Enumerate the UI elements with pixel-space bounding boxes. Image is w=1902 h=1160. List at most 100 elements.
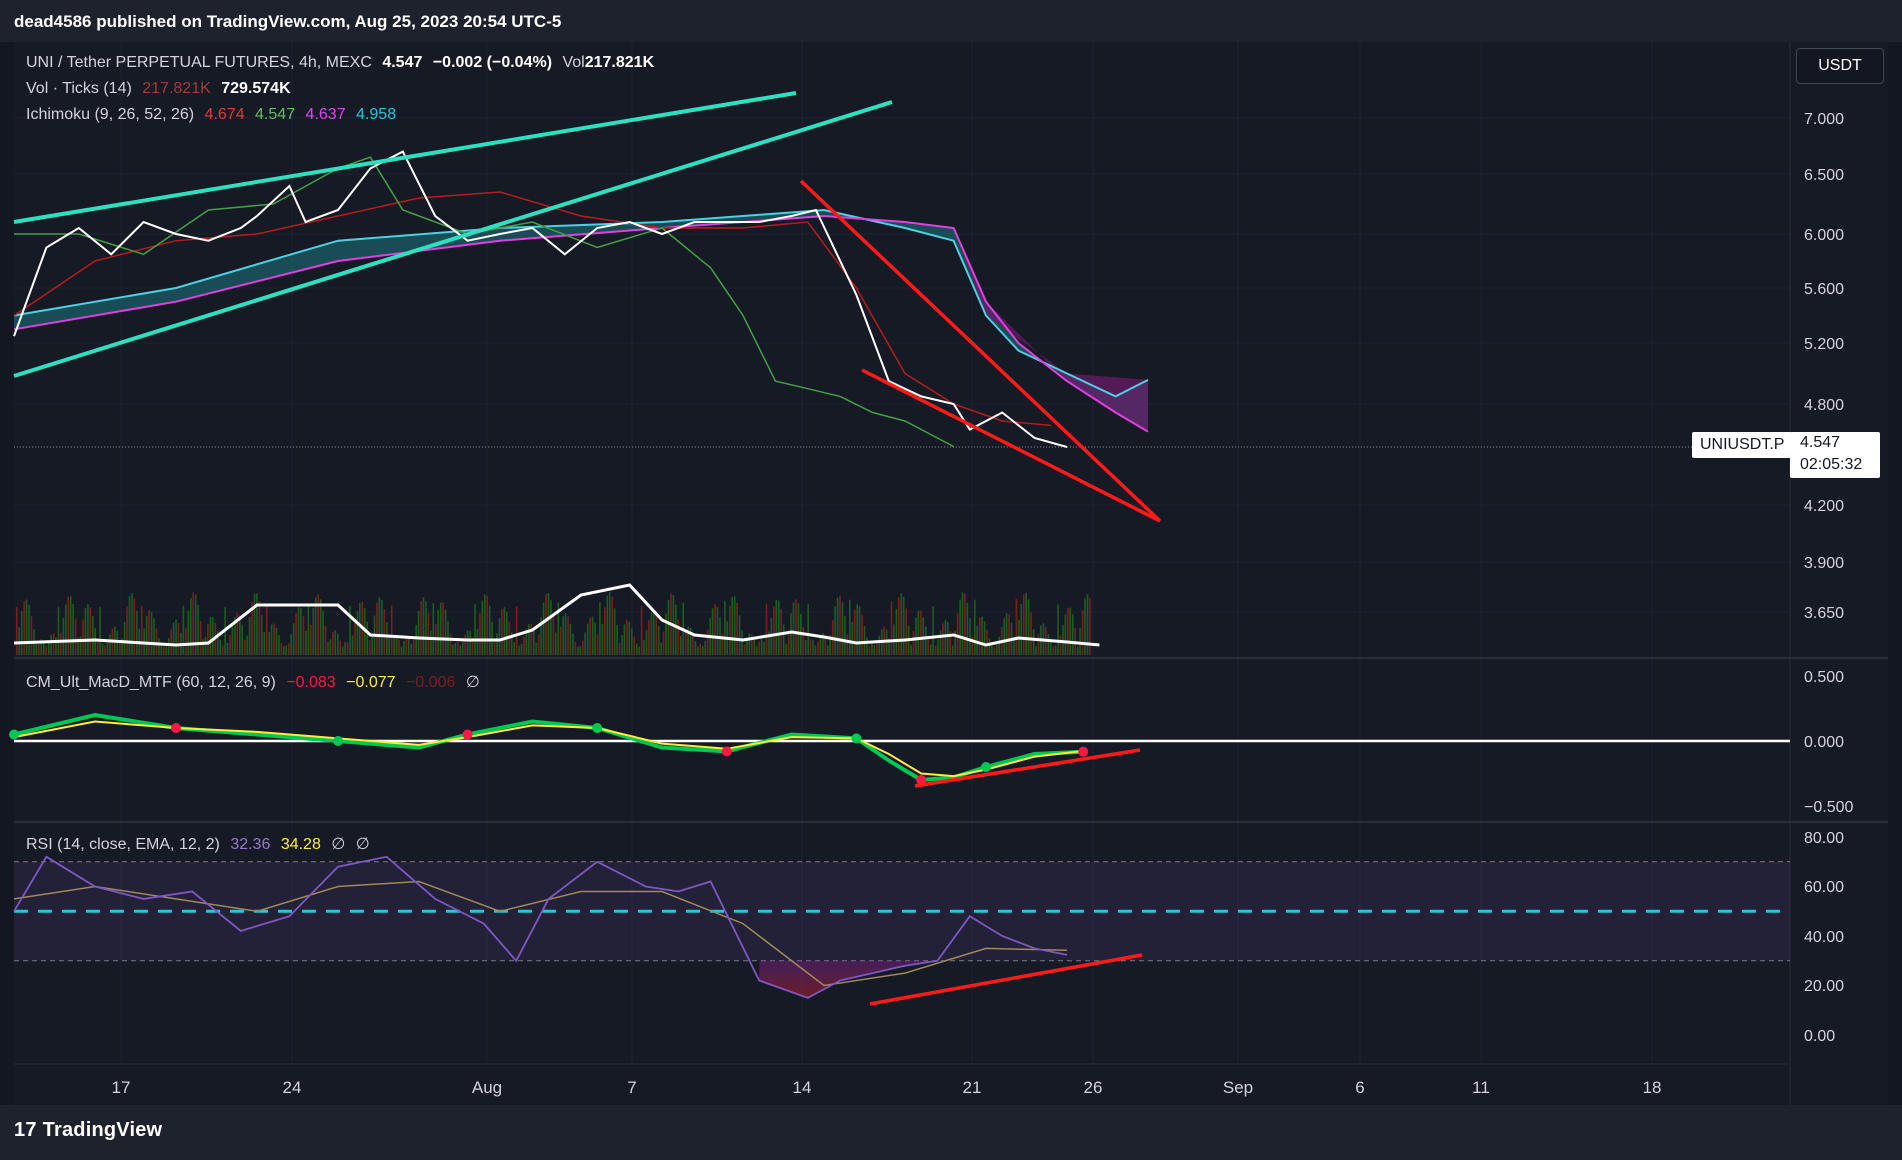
volume-bar: [422, 597, 425, 655]
volume-bar: [518, 645, 520, 655]
volume-bar: [226, 643, 229, 655]
x-tick-label: Aug: [472, 1078, 502, 1097]
volume-bar: [626, 619, 628, 655]
volume-bar: [515, 606, 518, 655]
volume-bar: [827, 645, 829, 655]
volume-bar: [773, 606, 775, 655]
volume-bar: [733, 596, 736, 655]
volume-bar: [432, 603, 435, 655]
volume-bar: [741, 630, 743, 655]
volume-bar: [332, 631, 334, 655]
x-tick-label: Sep: [1223, 1078, 1253, 1097]
volume-bar: [192, 592, 194, 655]
volume-bar: [978, 617, 981, 655]
volume-bar: [1027, 599, 1030, 655]
macd-legend[interactable]: CM_Ult_MacD_MTF (60, 12, 26, 9) −0.083 −…: [26, 672, 486, 692]
volume-bar: [89, 607, 92, 655]
volume-bar: [939, 630, 942, 655]
volume-bar: [82, 619, 84, 655]
macd-v4: ∅: [465, 674, 480, 691]
volume-bar: [755, 646, 758, 655]
y-tick-label: 3.650: [1804, 605, 1844, 622]
volume-bar: [393, 638, 395, 655]
wedge-upper-trendline: [799, 179, 1162, 523]
volume-bar: [608, 592, 611, 655]
volume-bar: [631, 628, 633, 655]
volume-bar: [638, 646, 640, 655]
volume-bar: [493, 641, 496, 655]
volume-bar: [427, 613, 430, 655]
chart-canvas[interactable]: 7.000 6.500 6.000 5.600 5.200 4.800 4.200 3.900…: [0, 0, 1902, 1160]
currency-button[interactable]: USDT: [1796, 48, 1884, 84]
volume-bar: [1035, 646, 1037, 655]
rsi-legend[interactable]: RSI (14, close, EMA, 12, 2) 32.36 34.28 …: [26, 834, 376, 854]
volume-bar: [1049, 641, 1052, 655]
volume-bar: [253, 593, 256, 655]
volume-bar: [653, 609, 655, 655]
macd-cross-dot: [851, 733, 862, 744]
volume-bar: [449, 633, 452, 655]
volume-bar: [280, 642, 283, 655]
volume-bar: [319, 599, 322, 655]
volume-bar: [677, 619, 680, 655]
volume-bar: [74, 618, 77, 655]
volume-bar: [795, 599, 797, 655]
volume-bar: [981, 616, 983, 655]
volume-bar: [38, 643, 40, 655]
volume-bar: [853, 609, 856, 655]
volume-bar: [109, 634, 111, 655]
volume-bar: [16, 607, 18, 655]
volume-bar: [278, 635, 280, 655]
volume-bar: [905, 608, 907, 655]
volume-bar: [812, 640, 814, 655]
volume-bar: [545, 594, 547, 655]
volume-bar: [662, 631, 665, 655]
volume-bar: [760, 639, 763, 655]
volume-bar: [584, 632, 586, 655]
x-tick-label: 24: [283, 1078, 302, 1097]
volume-bar: [922, 617, 925, 655]
volume-bar: [765, 603, 768, 655]
volume-bar: [1052, 646, 1054, 655]
last-price-value: 4.547: [1800, 434, 1841, 451]
volume-bar: [212, 617, 214, 655]
volume-bar: [934, 645, 937, 655]
volume-bar: [337, 633, 339, 655]
volume-bar: [123, 621, 126, 655]
legend-change: −0.002 (−0.04%): [432, 54, 553, 71]
volume-bar: [645, 630, 648, 655]
macd-cross-dot: [981, 762, 991, 772]
macd-v1: −0.083: [286, 674, 336, 691]
volume-bar: [329, 639, 332, 655]
vol-ticks-legend[interactable]: Vol · Ticks (14) 217.821K 729.574K: [26, 80, 297, 98]
ichimoku-name: Ichimoku (9, 26, 52, 26): [26, 106, 195, 123]
volume-bar: [459, 645, 462, 655]
volume-bar: [746, 638, 748, 655]
ichimoku-legend[interactable]: Ichimoku (9, 26, 52, 26) 4.674 4.547 4.6…: [26, 106, 402, 124]
volume-bar: [1067, 608, 1069, 655]
volume-bar: [501, 608, 503, 655]
volume-bar: [834, 606, 836, 655]
volume-bar: [621, 635, 623, 655]
volume-bar: [775, 599, 778, 655]
volume-bar: [552, 614, 555, 655]
volume-bar: [484, 594, 486, 655]
volume-bar: [932, 606, 934, 655]
main-legend[interactable]: UNI / Tether PERPETUAL FUTURES, 4h, MEXC…: [26, 54, 660, 72]
tradingview-logo[interactable]: 17 TradingView: [14, 1119, 162, 1142]
volume-bar: [613, 608, 616, 655]
volume-bar: [265, 605, 268, 655]
volume-bar: [295, 613, 297, 655]
volume-bar: [261, 614, 263, 655]
ichimoku-v1: 4.674: [204, 106, 245, 123]
volume-bar: [856, 604, 858, 655]
volume-bar: [591, 616, 594, 655]
volume-bar: [383, 609, 386, 655]
volume-bar: [270, 624, 273, 655]
volume-bar: [241, 624, 243, 655]
volume-bar: [824, 636, 827, 655]
volume-bar: [582, 640, 584, 655]
volume-bar: [368, 640, 371, 655]
volume-bar: [148, 610, 150, 655]
volume-bar: [699, 643, 702, 655]
